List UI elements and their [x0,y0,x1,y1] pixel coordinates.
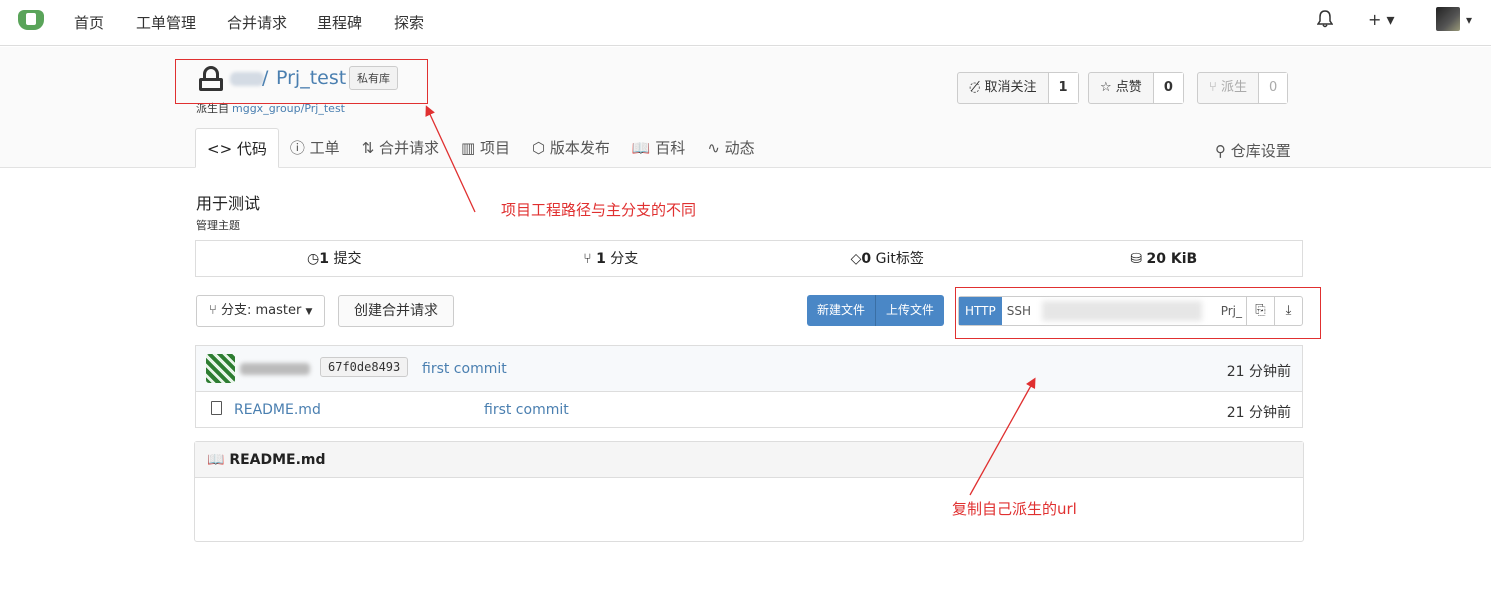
annotation-arrows [425,105,1036,496]
annotation-note-path: 项目工程路径与主分支的不同 [501,201,697,219]
annotation-note-url: 复制自己派生的url [952,500,1077,518]
